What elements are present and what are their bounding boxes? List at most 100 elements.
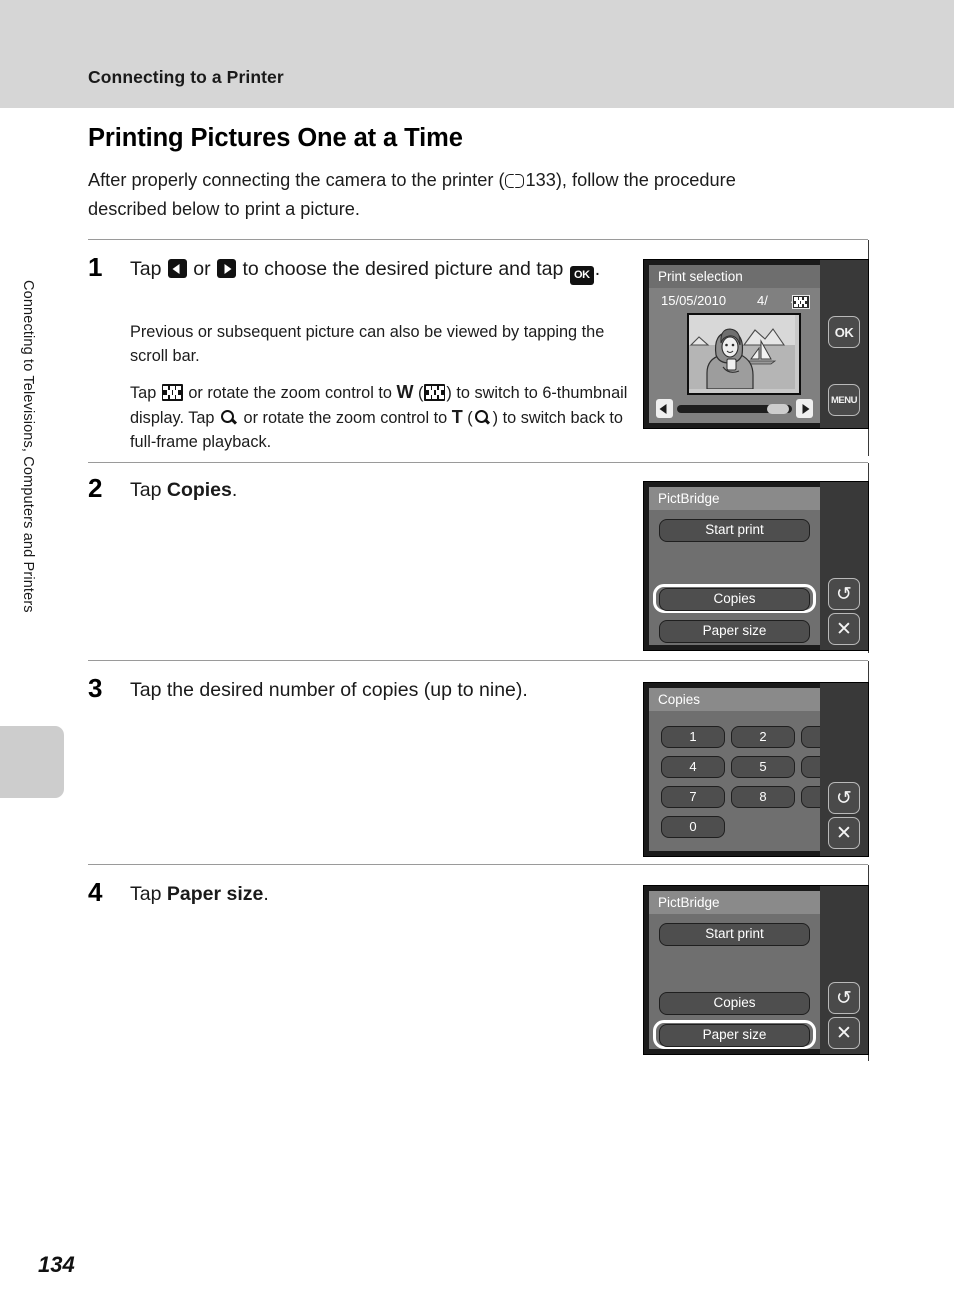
step-number-4: 4 [88, 877, 103, 907]
step-heading-1: Tap or to choose the desired picture and… [130, 255, 620, 285]
wide-zoom-label: W [396, 382, 414, 402]
step1-p2-rotate: or rotate the zoom control to [188, 384, 392, 402]
chapter-tab-marker [0, 726, 64, 798]
keypad-key-3[interactable]: 3 [801, 726, 820, 748]
lcd-print-selection-title: Print selection [649, 265, 820, 288]
step-heading-4: Tap Paper size. [130, 880, 610, 908]
running-head-title: Connecting to a Printer [88, 67, 284, 87]
step1-text-andtap: and tap [498, 258, 564, 280]
keypad-key-4[interactable]: 4 [661, 756, 725, 778]
thumbnail-view-icon [161, 384, 183, 401]
menu-item-start-print[interactable]: Start print [659, 923, 810, 946]
scroll-bar[interactable] [677, 404, 792, 414]
step-number-3: 3 [88, 673, 103, 703]
wide-thumbnail-icon [424, 384, 446, 401]
previous-picture-button[interactable] [656, 399, 673, 418]
step1-text-tap: Tap [130, 258, 162, 280]
frame-current: 4/ [757, 293, 768, 308]
page-title: Printing Pictures One at a Time [88, 124, 463, 152]
intro-paragraph: After properly connecting the camera to … [88, 166, 788, 224]
ok-button[interactable]: OK [828, 316, 860, 348]
page-number: 134 [38, 1252, 75, 1277]
step4-tail: . [263, 883, 269, 905]
right-arrow-icon [217, 259, 237, 278]
step-divider-1 [88, 239, 868, 240]
keypad-key-2[interactable]: 2 [731, 726, 795, 748]
step1-p2-paren-open: ( [418, 384, 424, 402]
keypad-key-8[interactable]: 8 [731, 786, 795, 808]
lcd-print-selection-screen: Print selection 15/05/2010 4/ 4 [649, 265, 820, 423]
menu-item-start-print[interactable]: Start print [659, 519, 810, 542]
lcd-print-selection-infobar: 15/05/2010 4/ 4 [649, 292, 820, 312]
lcd-pictbridge-copies-rail: ↺ ✕ [820, 482, 868, 650]
back-button[interactable]: ↺ [828, 578, 860, 610]
photo-thumbnail[interactable] [687, 313, 801, 395]
photo-illustration [689, 315, 795, 390]
back-button[interactable]: ↺ [828, 982, 860, 1014]
scroll-row [649, 399, 820, 419]
step-number-1: 1 [88, 252, 103, 282]
lcd-print-selection: Print selection 15/05/2010 4/ 4 [643, 259, 869, 429]
menu-item-paper-size[interactable]: Paper size [659, 1024, 810, 1047]
chapter-tab-label: Connecting to Televisions, Computers and… [20, 280, 36, 613]
lcd-pictbridge-paper: PictBridge Start print Copies Paper size… [643, 885, 869, 1055]
lcd-copies-keypad-rail: ↺ ✕ [820, 683, 868, 856]
menu-item-copies[interactable]: Copies [659, 992, 810, 1015]
lcd-pictbridge-paper-screen: PictBridge Start print Copies Paper size [649, 891, 820, 1049]
lcd-pictbridge-copies: PictBridge Start print Copies Paper size… [643, 481, 869, 651]
keypad-key-9[interactable]: 9 [801, 786, 820, 808]
close-button[interactable]: ✕ [828, 817, 860, 849]
step1-body-paragraph-2: Tap or rotate the zoom control to W ( ) … [130, 380, 630, 454]
step-divider-3 [88, 660, 868, 661]
intro-page-reference: 133 [525, 170, 556, 190]
magnify-icon [221, 410, 237, 426]
step1-text-or: or [193, 258, 211, 280]
step-number-2: 2 [88, 473, 103, 503]
keypad-key-7[interactable]: 7 [661, 786, 725, 808]
lcd-pictbridge-paper-rail: ↺ ✕ [820, 886, 868, 1054]
back-button[interactable]: ↺ [828, 782, 860, 814]
intro-text-before: After properly connecting the camera to … [88, 170, 505, 190]
lcd-print-selection-rail: OK MENU [820, 260, 868, 428]
keypad-key-1[interactable]: 1 [661, 726, 725, 748]
lcd-pictbridge-paper-title: PictBridge [649, 891, 820, 914]
lcd-copies-keypad-screen: Copies 1 2 3 4 5 6 7 8 9 0 [649, 688, 820, 851]
step1-text-period: . [594, 258, 601, 280]
step-divider-4 [88, 864, 868, 865]
tele-zoom-label: T [451, 407, 463, 427]
step3-text: Tap the desired number of copies (up to … [130, 679, 528, 701]
keypad-key-5[interactable]: 5 [731, 756, 795, 778]
lcd-copies-keypad: Copies 1 2 3 4 5 6 7 8 9 0 ↺ ✕ [643, 682, 869, 857]
photo-date: 15/05/2010 [661, 293, 727, 308]
step-heading-3: Tap the desired number of copies (up to … [130, 676, 630, 704]
step-divider-2 [88, 462, 868, 463]
close-button[interactable]: ✕ [828, 1017, 860, 1049]
lcd-pictbridge-copies-screen: PictBridge Start print Copies Paper size [649, 487, 820, 645]
scroll-bar-thumb[interactable] [767, 404, 789, 414]
menu-item-copies[interactable]: Copies [659, 588, 810, 611]
step2-tail: . [231, 479, 238, 501]
step1-text-choose: to choose the desired picture [242, 258, 493, 280]
tele-magnify-icon [474, 410, 491, 426]
thumbnail-mode-icon[interactable] [792, 295, 810, 309]
ok-button-icon: OK [569, 266, 594, 285]
step1-p2-tap: Tap [130, 384, 157, 402]
step2-text: Tap [130, 479, 167, 501]
left-arrow-icon [167, 259, 187, 278]
menu-item-paper-size[interactable]: Paper size [659, 620, 810, 643]
step-heading-2: Tap Copies. [130, 476, 610, 504]
step4-bold-target: Paper size [166, 883, 264, 905]
running-head-band [0, 0, 954, 108]
step2-bold-target: Copies [166, 479, 232, 501]
lcd-pictbridge-copies-title: PictBridge [649, 487, 820, 510]
keypad-key-6[interactable]: 6 [801, 756, 820, 778]
step1-body-paragraph-1: Previous or subsequent picture can also … [130, 323, 605, 365]
menu-button[interactable]: MENU [828, 384, 860, 416]
book-reference-icon [504, 173, 524, 188]
next-picture-button[interactable] [796, 399, 813, 418]
step1-p2-rotate2: or rotate the zoom control to [243, 409, 448, 427]
keypad-key-0[interactable]: 0 [661, 816, 725, 838]
step1-p2-paren-open2: ( [467, 409, 473, 427]
close-button[interactable]: ✕ [828, 613, 860, 645]
step4-text: Tap [130, 883, 167, 905]
